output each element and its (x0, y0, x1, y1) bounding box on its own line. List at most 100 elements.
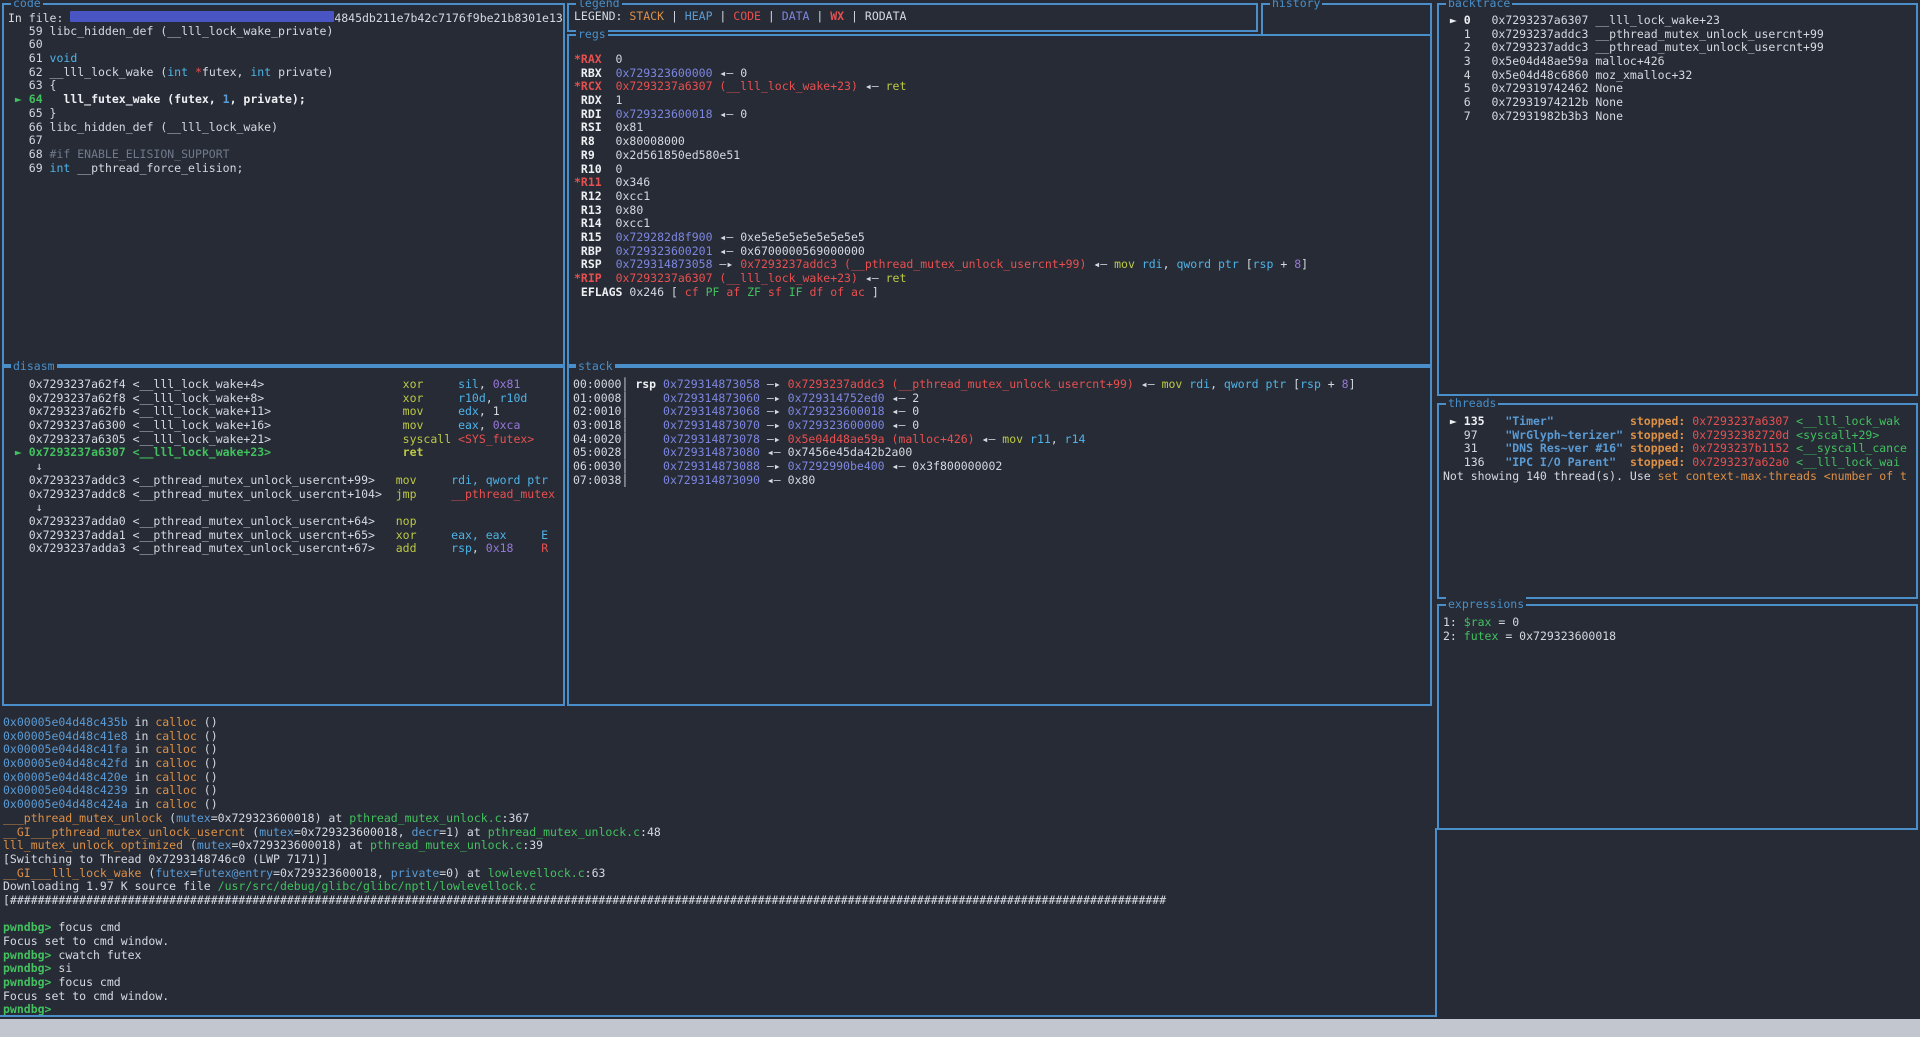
text-segment: mutex (176, 811, 211, 825)
text-segment: HEAP (685, 9, 713, 23)
text-segment: R14 (574, 216, 602, 230)
text-segment: 0x7293237addc3 <__pthread_mutex_unlock_u… (8, 473, 396, 487)
terminal-line: pwndbg> focus cmd (3, 976, 1434, 990)
text-segment: int (250, 65, 271, 79)
text-segment: ↓ (8, 500, 43, 514)
text-segment: 0x246 [ (622, 285, 677, 299)
text-segment: #if ENABLE_ELISION_SUPPORT (50, 147, 230, 161)
text-segment: 0x7293237a62f4 <__lll_lock_wake+4> (8, 377, 403, 391)
text-segment: stopped: (1630, 441, 1685, 455)
text-segment: rdi (1142, 257, 1163, 271)
text-segment: =0x729323600018) at (232, 838, 370, 852)
terminal-line: R13 0x80 (574, 204, 1430, 218)
text-segment: RSI (574, 120, 602, 134)
terminal-line: ► 135 "Timer" stopped: 0x7293237a6307 <_… (1443, 415, 1916, 429)
text-segment: 0x2d561850ed580e51 (595, 148, 740, 162)
text-segment: calloc (155, 783, 197, 797)
text-segment: in (128, 797, 156, 811)
terminal-line (3, 908, 1434, 922)
text-segment: mov (1002, 432, 1023, 446)
text-segment: R (541, 541, 548, 555)
text-segment: 1 (223, 92, 230, 106)
text-segment: int (50, 161, 71, 175)
text-segment: ◂— 0x3f800000002 (885, 459, 1003, 473)
text-segment: 05:0028│ (573, 445, 663, 459)
text-segment (423, 418, 458, 432)
text-segment: EFLAGS (574, 285, 622, 299)
terminal-line: 5 0x729319742462 None (1443, 82, 1916, 96)
text-segment: 02:0010│ (573, 404, 663, 418)
text-segment: in (128, 729, 156, 743)
text-segment: () (197, 770, 218, 784)
terminal-line: 02:0010│ 0x729314873068 —▸ 0x72932360001… (573, 405, 1430, 419)
text-segment: *R11 (574, 175, 602, 189)
text-segment: ◂— 0x80 (760, 473, 815, 487)
text-segment: ◂— (858, 79, 886, 93)
text-segment: rsp (451, 541, 472, 555)
text-segment: in (128, 770, 156, 784)
text-segment (417, 528, 452, 542)
text-segment: 04:0020│ (573, 432, 663, 446)
text-segment: 0x00005e04d48c435b (3, 715, 128, 729)
text-segment: PF (699, 285, 720, 299)
terminal-line: 06:0030│ 0x729314873088 —▸ 0x7292990be40… (573, 460, 1430, 474)
terminal-line: 62 __lll_lock_wake (int *futex, int priv… (8, 66, 563, 80)
text-segment: 0x7293237addc3 (__pthread_mutex_unlock_u… (788, 377, 1134, 391)
text-segment: RBX (574, 66, 602, 80)
text-segment (602, 230, 616, 244)
terminal-line: 0x7293237addc8 <__pthread_mutex_unlock_u… (8, 488, 563, 502)
text-segment: ] (1349, 377, 1356, 391)
text-segment: <__lll_lock_wak (1796, 414, 1900, 428)
terminal-line: 0x7293237a6305 <__lll_lock_wake+21> sysc… (8, 433, 563, 447)
text-segment: <__lll_lock_wai (1796, 455, 1900, 469)
text-segment: WX (830, 9, 844, 23)
terminal-line: R14 0xcc1 (574, 217, 1430, 231)
terminal-line: *RAX 0 (574, 53, 1430, 67)
text-segment: 01:0008│ (573, 391, 663, 405)
cmd-pane[interactable]: 0x00005e04d48c435b in calloc ()0x00005e0… (0, 708, 1434, 1016)
text-segment: 2: (1443, 629, 1464, 643)
text-segment: 0x729282d8f900 (616, 230, 713, 244)
text-segment: 0x80008000 (595, 134, 685, 148)
terminal-line: 0x00005e04d48c41fa in calloc () (3, 743, 1434, 757)
text-segment: ◂— 0x7456e45da42b2a00 (760, 445, 912, 459)
terminal-line: 69 int __pthread_force_elision; (8, 162, 563, 176)
text-segment: 0x729323600018 (788, 404, 885, 418)
text-segment: __GI___pthread_mutex_unlock_usercnt (3, 825, 245, 839)
text-segment: 66 libc_hidden_def (__lll_lock_wake) (8, 120, 278, 134)
panel-label: history (1270, 0, 1322, 10)
terminal-line: ___pthread_mutex_unlock (mutex=0x7293236… (3, 812, 1434, 826)
text-segment: mov (396, 473, 417, 487)
text-segment: 0x729323600000 (788, 418, 885, 432)
text-segment: 1 0x7293237addc3 __pthread_mutex_unlock_… (1443, 27, 1824, 41)
text-segment: () (197, 797, 218, 811)
text-segment: , (1163, 257, 1177, 271)
text-segment (656, 377, 663, 391)
text-segment: () (197, 742, 218, 756)
text-segment: 0x729314873090 (663, 473, 760, 487)
text-segment: eax (458, 418, 479, 432)
text-segment (1616, 455, 1630, 469)
text-segment: pwndbg> (3, 948, 58, 962)
text-segment: () (197, 783, 218, 797)
text-segment: pthread_mutex_unlock.c (349, 811, 501, 825)
terminal-line: 65 } (8, 107, 563, 121)
terminal-line: RBX 0x729323600000 ◂— 0 (574, 67, 1430, 81)
text-segment: 0x00005e04d48c420e (3, 770, 128, 784)
text-segment: 0x00005e04d48c41e8 (3, 729, 128, 743)
text-segment: lll_futex_wake (futex, (50, 92, 223, 106)
text-segment: in (128, 742, 156, 756)
terminal-line: pwndbg> si (3, 962, 1434, 976)
terminal-line: 05:0028│ 0x729314873080 ◂— 0x7456e45da42… (573, 446, 1430, 460)
text-segment: RDI (574, 107, 602, 121)
text-segment: 97 (1443, 428, 1505, 442)
text-segment: —▸ (760, 459, 788, 473)
terminal-line: ↓ (8, 501, 563, 515)
text-segment: r14 (1065, 432, 1086, 446)
terminal-line: __GI___pthread_mutex_unlock_usercnt (mut… (3, 826, 1434, 840)
terminal-line: *RIP 0x7293237a6307 (__lll_lock_wake+23)… (574, 272, 1430, 286)
text-segment: calloc (155, 770, 197, 784)
terminal-line: pwndbg> cwatch futex (3, 949, 1434, 963)
text-segment: 0x7293237adda3 <__pthread_mutex_unlock_u… (8, 541, 396, 555)
text-segment: calloc (155, 729, 197, 743)
